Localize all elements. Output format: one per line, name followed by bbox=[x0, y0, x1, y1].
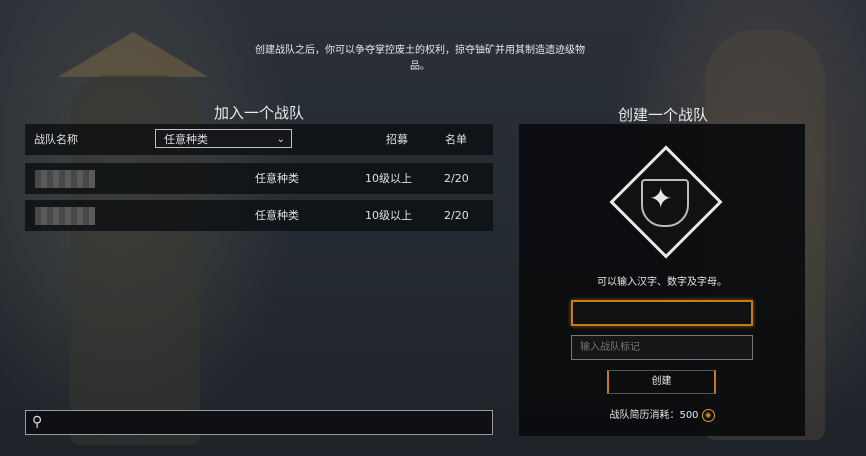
header-name: 战队名称 bbox=[34, 133, 78, 146]
blurred-squad-name bbox=[35, 170, 95, 188]
header-recruit: 招募 bbox=[386, 133, 408, 146]
row-level: 10级以上 bbox=[365, 172, 412, 185]
row-type: 任意种类 bbox=[255, 209, 299, 222]
type-filter-value: 任意种类 bbox=[164, 133, 208, 146]
coin-icon: ◉ bbox=[701, 408, 715, 422]
name-hint: 可以输入汉字、数字及字母。 bbox=[597, 277, 727, 288]
table-row[interactable]: 任意种类 10级以上 2/20 bbox=[25, 163, 493, 194]
create-squad-panel: ✦ 可以输入汉字、数字及字母。 创建 战队简历消耗：500◉ bbox=[519, 124, 805, 436]
squad-tag-field[interactable] bbox=[571, 335, 753, 360]
intro-text: 创建战队之后，你可以争夺掌控废土的权利，掠夺铀矿并用其制造遗迹级物品。 bbox=[255, 45, 585, 72]
search-input[interactable]: ⚲ bbox=[25, 410, 493, 435]
create-title: 创建一个战队 bbox=[618, 106, 709, 124]
squad-name-field[interactable] bbox=[571, 300, 753, 326]
header-roster: 名单 bbox=[445, 133, 467, 146]
join-title: 加入一个战队 bbox=[214, 104, 305, 122]
row-count: 2/20 bbox=[444, 209, 469, 222]
row-level: 10级以上 bbox=[365, 209, 412, 222]
row-type: 任意种类 bbox=[255, 172, 299, 185]
create-button[interactable]: 创建 bbox=[607, 370, 716, 394]
search-icon: ⚲ bbox=[32, 414, 43, 430]
flame-icon: ✦ bbox=[649, 182, 673, 215]
row-count: 2/20 bbox=[444, 172, 469, 185]
table-row[interactable]: 任意种类 10级以上 2/20 bbox=[25, 200, 493, 231]
straw-hat-decoration bbox=[58, 32, 208, 77]
cost-line: 战队简历消耗：500 ◉ bbox=[519, 406, 805, 422]
type-filter-select[interactable]: 任意种类 ⌄ bbox=[155, 129, 292, 148]
table-header: 战队名称 任意种类 ⌄ 招募 名单 bbox=[25, 124, 493, 155]
cost-label: 战队简历消耗：500 bbox=[609, 410, 699, 421]
chevron-down-icon: ⌄ bbox=[276, 134, 285, 145]
blurred-squad-name bbox=[35, 207, 95, 225]
